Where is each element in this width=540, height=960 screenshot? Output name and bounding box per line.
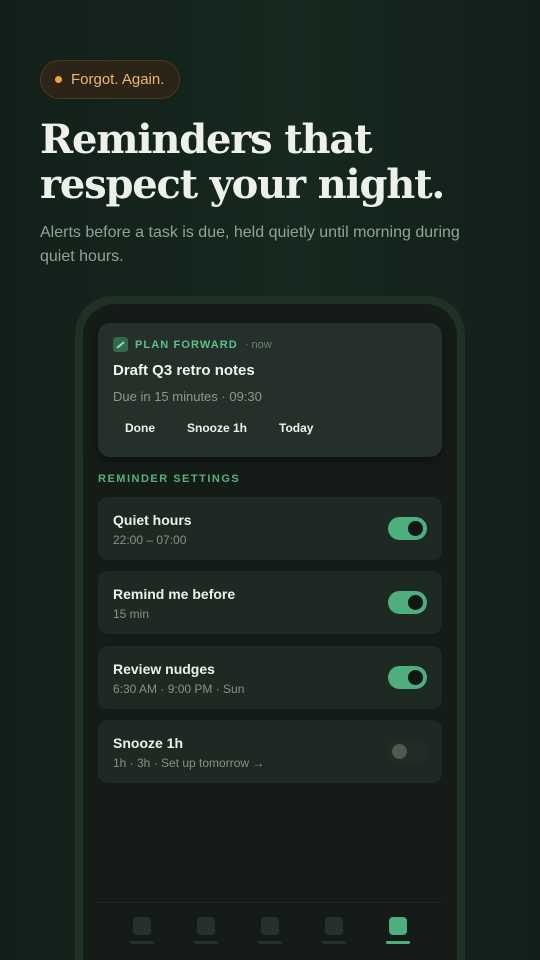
today-button[interactable]: Today [267,417,325,439]
tab-indicator [130,941,154,944]
setting-subtitle: 22:00 – 07:00 [113,533,187,547]
tab-4[interactable] [320,917,348,960]
setting-subtitle: 1h · 3h · Set up tomorrow → [113,756,265,770]
tab-icon [389,917,407,935]
review-nudges-toggle[interactable] [388,666,427,689]
section-label-reminder-settings: REMINDER SETTINGS [98,473,241,485]
notification-card[interactable]: PLAN FORWARD · now Draft Q3 retro notes … [98,323,442,457]
badge-dot-icon [55,76,62,83]
quiet-hours-toggle[interactable] [388,517,427,540]
done-button[interactable]: Done [113,417,167,439]
bottom-tab-bar [98,902,442,960]
tab-indicator [258,941,282,944]
status-badge: Forgot. Again. [40,60,181,99]
tab-indicator [386,941,410,944]
setting-row-review-nudges[interactable]: Review nudges 6:30 AM · 9:00 PM · Sun [98,646,442,709]
title-line-1: Reminders that [40,116,373,163]
tab-1[interactable] [128,917,156,960]
toggle-knob [408,670,423,685]
snooze-toggle[interactable] [388,740,427,763]
setting-title: Remind me before [113,586,236,602]
tab-icon [133,917,151,935]
app-icon [113,337,128,352]
setting-subtitle: 15 min [113,607,150,621]
tab-indicator [194,941,218,944]
tab-icon [325,917,343,935]
setting-title: Snooze 1h [113,735,184,751]
notification-app-name: PLAN FORWARD [135,338,238,351]
title-line-2: respect your night. [40,161,445,208]
notification-subtitle: Due in 15 minutes · 09:30 [113,389,262,404]
page: Forgot. Again. Reminders that respect yo… [0,0,540,960]
remind-before-toggle[interactable] [388,591,427,614]
setting-row-remind-before[interactable]: Remind me before 15 min [98,571,442,634]
toggle-knob [408,521,423,536]
setting-row-snooze[interactable]: Snooze 1h 1h · 3h · Set up tomorrow → [98,720,442,783]
notification-time: · now [244,338,272,351]
toggle-knob [408,595,423,610]
badge-label: Forgot. Again. [71,71,165,88]
page-subtitle: Alerts before a task is due, held quietl… [40,224,460,265]
setting-row-quiet-hours[interactable]: Quiet hours 22:00 – 07:00 [98,497,442,560]
notification-actions: Done Snooze 1h Today [113,417,325,439]
tab-indicator [322,941,346,944]
setting-title: Review nudges [113,661,215,677]
snooze-button[interactable]: Snooze 1h [175,417,259,439]
tab-5-active[interactable] [384,917,412,960]
setting-title: Quiet hours [113,512,192,528]
phone-screen: PLAN FORWARD · now Draft Q3 retro notes … [83,304,457,960]
tab-icon [197,917,215,935]
toggle-knob [392,744,407,759]
tab-icon [261,917,279,935]
tab-3[interactable] [256,917,284,960]
page-title: Reminders that respect your night. [40,117,510,207]
tab-2[interactable] [192,917,220,960]
notification-header: PLAN FORWARD · now [113,337,272,352]
notification-title: Draft Q3 retro notes [113,362,255,379]
setting-subtitle: 6:30 AM · 9:00 PM · Sun [113,682,245,696]
